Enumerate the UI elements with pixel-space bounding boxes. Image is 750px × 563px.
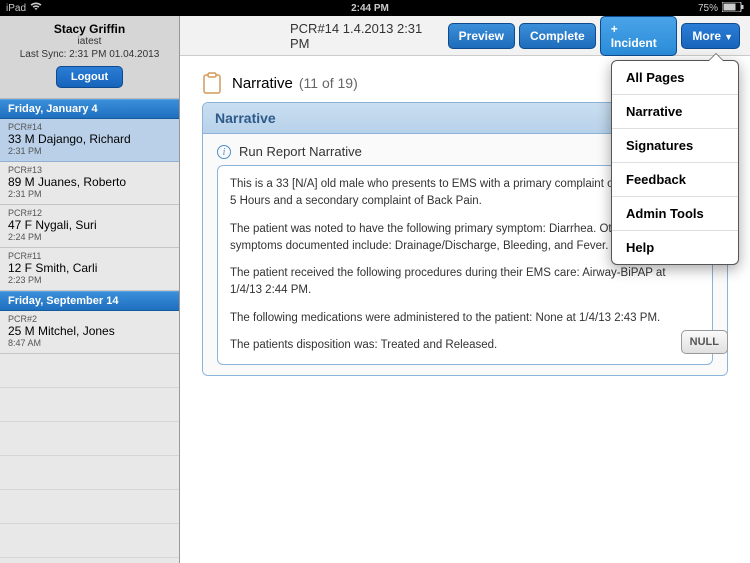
date-header: Friday, September 14 — [0, 291, 179, 311]
logout-button[interactable]: Logout — [56, 66, 123, 88]
date-header: Friday, January 4 — [0, 99, 179, 119]
narrative-p5: The patients disposition was: Treated an… — [230, 337, 700, 354]
main-content: PCR#14 1.4.2013 2:31 PM Preview Complete… — [180, 16, 750, 563]
user-sub: iatest — [4, 36, 175, 47]
dropdown-item-all-pages[interactable]: All Pages — [612, 61, 738, 95]
dropdown-item-signatures[interactable]: Signatures — [612, 129, 738, 163]
dropdown-item-help[interactable]: Help — [612, 231, 738, 264]
incident-button[interactable]: + Incident — [600, 16, 678, 56]
info-icon[interactable]: i — [217, 145, 231, 159]
status-time: 2:44 PM — [42, 3, 698, 14]
wifi-icon — [30, 2, 42, 14]
narrative-p4: The following medications were administe… — [230, 310, 700, 327]
pcr-item[interactable]: PCR#13 89 M Juanes, Roberto 2:31 PM — [0, 162, 179, 205]
more-button[interactable]: More▼ — [681, 23, 740, 49]
clipboard-icon — [202, 72, 222, 94]
status-bar: iPad 2:44 PM 75% — [0, 0, 750, 16]
last-sync: Last Sync: 2:31 PM 01.04.2013 — [4, 49, 175, 60]
sidebar-empty — [0, 354, 179, 563]
pcr-time: 2:23 PM — [8, 275, 171, 285]
null-button[interactable]: NULL — [681, 330, 728, 354]
section-count: (11 of 19) — [299, 75, 358, 91]
pcr-main: 25 M Mitchel, Jones — [8, 324, 171, 338]
pcr-item[interactable]: PCR#12 47 F Nygali, Suri 2:24 PM — [0, 205, 179, 248]
dropdown-item-feedback[interactable]: Feedback — [612, 163, 738, 197]
pcr-item[interactable]: PCR#2 25 M Mitchel, Jones 8:47 AM — [0, 311, 179, 354]
more-label: More — [692, 29, 721, 43]
pcr-time: 2:31 PM — [8, 146, 171, 156]
user-header: Stacy Griffin iatest Last Sync: 2:31 PM … — [0, 16, 179, 99]
section-title: Narrative — [232, 75, 293, 92]
pcr-time: 2:24 PM — [8, 232, 171, 242]
dropdown-item-narrative[interactable]: Narrative — [612, 95, 738, 129]
pcr-id: PCR#14 — [8, 122, 171, 132]
pcr-item[interactable]: PCR#11 12 F Smith, Carli 2:23 PM — [0, 248, 179, 291]
user-name: Stacy Griffin — [4, 22, 175, 36]
dropdown-item-admin-tools[interactable]: Admin Tools — [612, 197, 738, 231]
pcr-main: 12 F Smith, Carli — [8, 261, 171, 275]
pcr-id: PCR#13 — [8, 165, 171, 175]
device-label: iPad — [6, 3, 26, 14]
run-report-title: Run Report Narrative — [239, 144, 362, 159]
battery-icon — [722, 2, 744, 15]
toolbar: PCR#14 1.4.2013 2:31 PM Preview Complete… — [180, 16, 750, 56]
sidebar: Stacy Griffin iatest Last Sync: 2:31 PM … — [0, 16, 180, 563]
pcr-time: 2:31 PM — [8, 189, 171, 199]
battery-percent: 75% — [698, 3, 718, 14]
doc-id: PCR#14 1.4.2013 2:31 PM — [290, 21, 444, 51]
preview-button[interactable]: Preview — [448, 23, 515, 49]
pcr-id: PCR#2 — [8, 314, 171, 324]
pcr-main: 33 M Dajango, Richard — [8, 132, 171, 146]
pcr-main: 89 M Juanes, Roberto — [8, 175, 171, 189]
narrative-p3: The patient received the following proce… — [230, 265, 700, 300]
pcr-time: 8:47 AM — [8, 338, 171, 348]
pcr-id: PCR#12 — [8, 208, 171, 218]
pcr-main: 47 F Nygali, Suri — [8, 218, 171, 232]
more-dropdown: All Pages Narrative Signatures Feedback … — [611, 60, 739, 265]
pcr-item[interactable]: PCR#14 33 M Dajango, Richard 2:31 PM — [0, 119, 179, 162]
pcr-id: PCR#11 — [8, 251, 171, 261]
complete-button[interactable]: Complete — [519, 23, 596, 49]
chevron-down-icon: ▼ — [724, 32, 733, 42]
